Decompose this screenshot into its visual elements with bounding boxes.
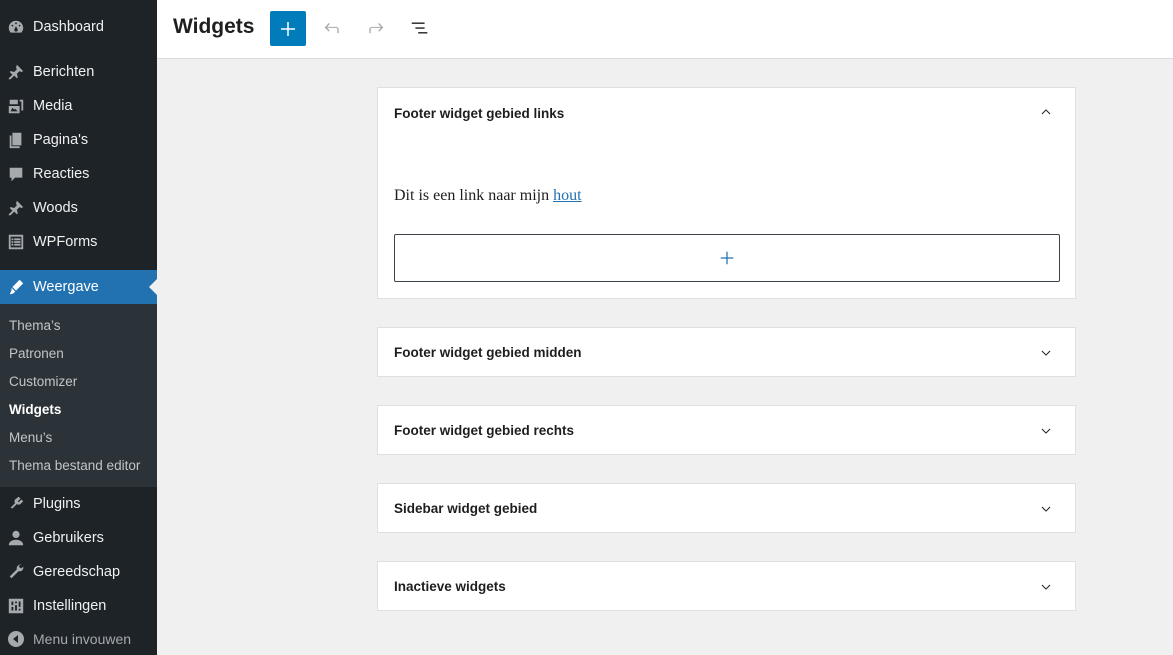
paragraph-text: Dit is een link naar mijn <box>394 187 554 204</box>
collapse-menu-button[interactable]: Menu invouwen <box>0 622 157 655</box>
undo-button[interactable] <box>320 16 344 40</box>
submenu-item-widgets[interactable]: Widgets <box>9 402 61 417</box>
plugins-icon <box>6 494 26 514</box>
list-view-button[interactable] <box>408 16 432 40</box>
expand-area-button[interactable] <box>1037 578 1055 596</box>
menu-label: Gebruikers <box>33 530 104 546</box>
expand-area-button[interactable] <box>1037 500 1055 518</box>
menu-item-reacties[interactable]: Reacties <box>0 157 157 191</box>
menu-label: Dashboard <box>33 19 104 35</box>
collapse-icon <box>6 629 26 649</box>
widget-area-title[interactable]: Footer widget gebied midden <box>394 345 582 360</box>
menu-label: Media <box>33 98 73 114</box>
appearance-icon <box>6 277 26 297</box>
submenu-item-theme-editor[interactable]: Thema bestand editor <box>9 458 140 473</box>
menu-item-woods[interactable]: Woods <box>0 191 157 225</box>
menu-label: Reacties <box>33 166 90 182</box>
collapse-menu-label: Menu invouwen <box>33 631 132 647</box>
list-view-icon <box>411 22 428 34</box>
widget-area-footer-links: Footer widget gebied links Dit is een li… <box>377 87 1076 299</box>
comments-icon <box>6 164 26 184</box>
admin-sidebar: Dashboard Berichten Media Pagina's React… <box>0 0 157 655</box>
menu-item-instellingen[interactable]: Instellingen <box>0 589 157 623</box>
menu-label: Weergave <box>33 279 99 295</box>
undo-icon <box>324 22 339 34</box>
menu-item-media[interactable]: Media <box>0 89 157 123</box>
menu-item-paginas[interactable]: Pagina's <box>0 123 157 157</box>
submenu-item-customizer[interactable]: Customizer <box>9 374 77 389</box>
widget-area-title[interactable]: Sidebar widget gebied <box>394 501 537 516</box>
plus-icon <box>281 21 295 36</box>
chevron-up-icon <box>1041 109 1051 115</box>
menu-label: Plugins <box>33 496 81 512</box>
weergave-submenu: Thema’s Patronen Customizer Widgets Menu… <box>0 304 157 487</box>
menu-label: Woods <box>33 200 78 216</box>
submenu-item-themas[interactable]: Thema’s <box>9 318 61 333</box>
media-icon <box>6 96 26 116</box>
tools-icon <box>6 562 26 582</box>
menu-item-dashboard[interactable]: Dashboard <box>0 10 157 44</box>
submenu-item-patronen[interactable]: Patronen <box>9 346 64 361</box>
pages-icon <box>6 130 26 150</box>
current-menu-arrow <box>149 279 157 295</box>
menu-item-berichten[interactable]: Berichten <box>0 55 157 89</box>
menu-label: WPForms <box>33 234 98 250</box>
menu-label: Berichten <box>33 64 95 80</box>
plus-icon <box>720 251 734 265</box>
widget-area-title[interactable]: Footer widget gebied rechts <box>394 423 574 438</box>
widget-area-footer-rechts: Footer widget gebied rechts <box>377 405 1076 455</box>
block-appender-button[interactable] <box>394 234 1060 282</box>
menu-label: Instellingen <box>33 598 107 614</box>
widget-area-title[interactable]: Inactieve widgets <box>394 579 506 594</box>
chevron-down-icon <box>1041 350 1051 356</box>
settings-icon <box>6 596 26 616</box>
widget-area-inactive: Inactieve widgets <box>377 561 1076 611</box>
paragraph-block[interactable]: Dit is een link naar mijn hout <box>394 187 582 205</box>
menu-item-gereedschap[interactable]: Gereedschap <box>0 555 157 589</box>
collapse-area-button[interactable] <box>1037 103 1055 121</box>
widget-area-sidebar: Sidebar widget gebied <box>377 483 1076 533</box>
chevron-down-icon <box>1041 428 1051 434</box>
add-block-button[interactable] <box>270 11 306 46</box>
chevron-down-icon <box>1041 584 1051 590</box>
users-icon <box>6 528 26 548</box>
forms-icon <box>6 232 26 252</box>
editor-header: Widgets <box>157 0 1173 59</box>
menu-label: Gereedschap <box>33 564 121 580</box>
redo-button[interactable] <box>364 16 388 40</box>
menu-item-weergave[interactable]: Weergave <box>0 270 157 304</box>
expand-area-button[interactable] <box>1037 344 1055 362</box>
dashboard-icon <box>6 17 26 37</box>
page-title: Widgets <box>173 15 255 38</box>
menu-item-gebruikers[interactable]: Gebruikers <box>0 521 157 555</box>
submenu-item-menus[interactable]: Menu’s <box>9 430 52 445</box>
chevron-down-icon <box>1041 506 1051 512</box>
pin-icon <box>6 62 26 82</box>
menu-item-plugins[interactable]: Plugins <box>0 487 157 521</box>
hout-link[interactable]: hout <box>553 187 581 204</box>
widget-area-footer-midden: Footer widget gebied midden <box>377 327 1076 377</box>
pin-icon <box>6 198 26 218</box>
menu-label: Pagina's <box>33 132 89 148</box>
menu-item-wpforms[interactable]: WPForms <box>0 225 157 259</box>
expand-area-button[interactable] <box>1037 422 1055 440</box>
redo-icon <box>369 22 384 34</box>
widget-area-title[interactable]: Footer widget gebied links <box>394 106 564 121</box>
